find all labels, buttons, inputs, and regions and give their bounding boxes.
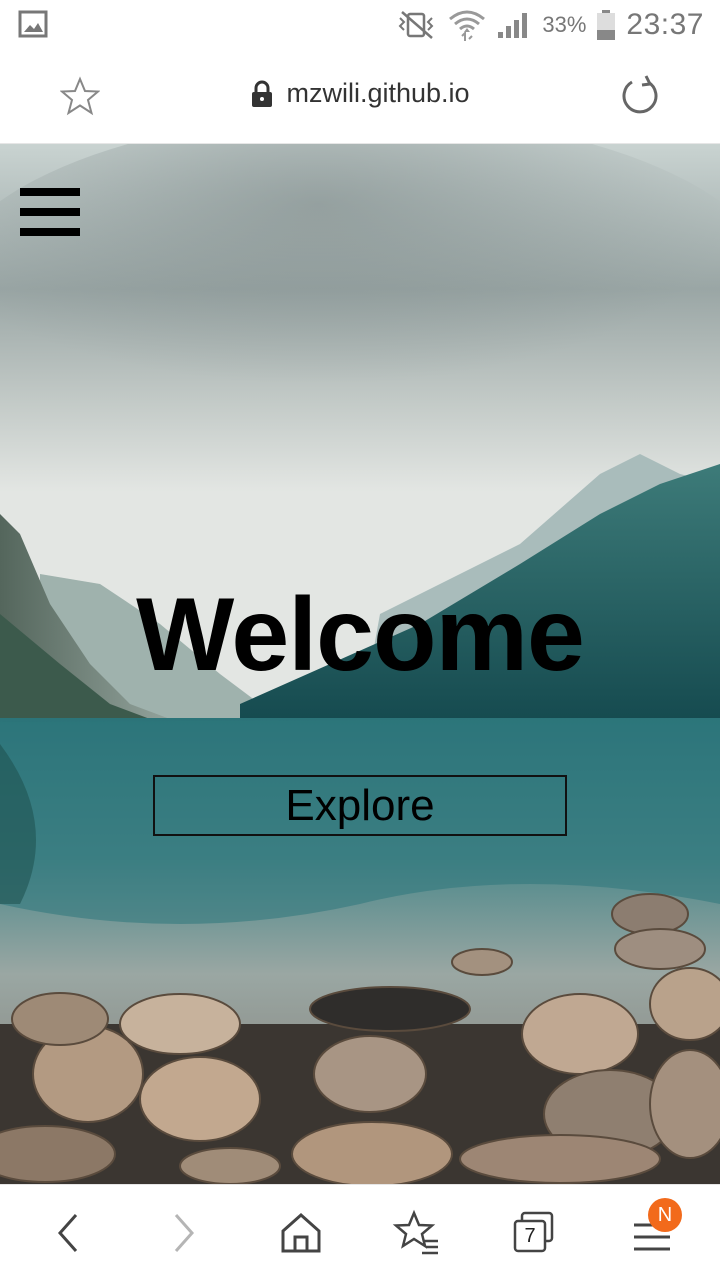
bookmarks-icon[interactable] bbox=[392, 1207, 444, 1259]
status-icons: 33% 23:37 bbox=[394, 6, 704, 44]
vibrate-mute-icon bbox=[398, 11, 434, 39]
page-title: Welcome bbox=[136, 577, 585, 693]
web-page: Welcome Explore bbox=[0, 144, 720, 1184]
tabs-button[interactable]: 7 bbox=[508, 1207, 560, 1259]
clock: 23:37 bbox=[626, 8, 704, 41]
status-bar: 33% 23:37 bbox=[0, 0, 720, 50]
home-icon[interactable] bbox=[275, 1207, 327, 1259]
tabs-count: 7 bbox=[524, 1224, 536, 1247]
wifi-icon bbox=[449, 10, 486, 41]
hamburger-menu-icon[interactable] bbox=[20, 188, 80, 236]
explore-button[interactable]: Explore bbox=[153, 775, 567, 836]
lock-icon bbox=[252, 80, 273, 107]
image-icon bbox=[18, 10, 48, 38]
browser-url-bar: mzwili.github.io bbox=[0, 50, 720, 144]
address-field[interactable]: mzwili.github.io bbox=[0, 78, 720, 109]
url-text: mzwili.github.io bbox=[286, 78, 470, 108]
battery-percent: 33% bbox=[542, 12, 587, 37]
browser-bottom-nav: 7 bbox=[0, 1184, 720, 1280]
signal-icon bbox=[498, 13, 528, 38]
forward-icon[interactable] bbox=[158, 1207, 210, 1259]
back-icon[interactable] bbox=[42, 1207, 94, 1259]
notification-badge: N bbox=[648, 1198, 682, 1232]
battery-icon bbox=[597, 10, 616, 40]
reload-icon[interactable] bbox=[618, 74, 662, 118]
